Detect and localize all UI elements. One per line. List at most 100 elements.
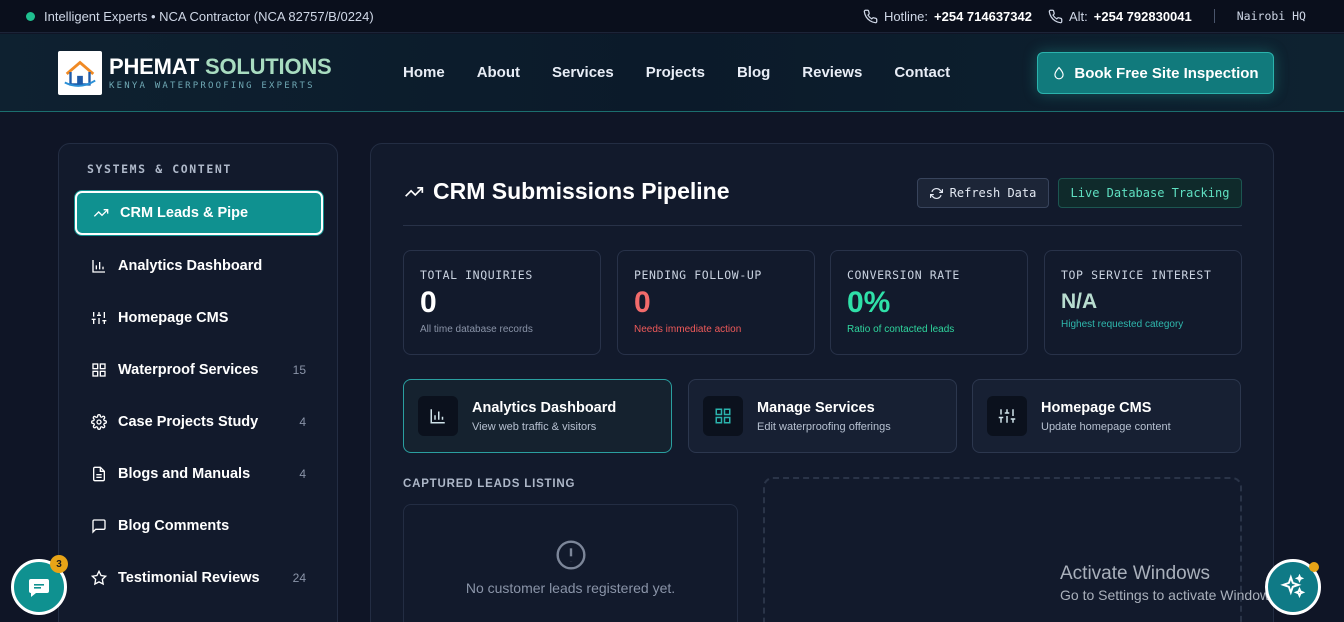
sliders-icon bbox=[987, 396, 1027, 436]
sidebar-item-waterproof-services[interactable]: Waterproof Services 15 bbox=[75, 348, 323, 392]
activate-title: Activate Windows bbox=[1060, 563, 1210, 584]
stat-caption: Needs immediate action bbox=[634, 324, 742, 335]
house-logo-icon bbox=[64, 60, 96, 87]
chat-icon bbox=[29, 579, 49, 597]
sidebar-item-label: Testimonial Reviews bbox=[118, 570, 260, 586]
stat-label: PENDING FOLLOW-UP bbox=[634, 268, 762, 282]
book-inspection-label: Book Free Site Inspection bbox=[1074, 64, 1259, 82]
contact-info: Hotline: +254 714637342 Alt: +254 792830… bbox=[863, 9, 1318, 24]
sidebar-item-label: Blog Comments bbox=[118, 518, 230, 534]
nav-about[interactable]: About bbox=[477, 64, 520, 81]
sidebar-item-blog-comments[interactable]: Blog Comments bbox=[75, 504, 323, 548]
trending-up-icon bbox=[93, 205, 109, 221]
leads-list: No customer leads registered yet. bbox=[403, 504, 738, 622]
empty-state-message: No customer leads registered yet. bbox=[465, 580, 676, 596]
stat-conversion-rate: CONVERSION RATE 0% Ratio of contacted le… bbox=[830, 250, 1028, 355]
page-title-text: CRM Submissions Pipeline bbox=[433, 178, 730, 204]
company-logo[interactable] bbox=[58, 51, 102, 95]
hotline-number[interactable]: +254 714637342 bbox=[934, 9, 1032, 24]
stat-value: 0 bbox=[420, 286, 437, 319]
sidebar-item-case-projects[interactable]: Case Projects Study 4 bbox=[75, 400, 323, 444]
windows-activation-watermark: Activate Windows Go to Settings to activ… bbox=[1060, 563, 1281, 603]
nav-blog[interactable]: Blog bbox=[737, 64, 770, 81]
bar-chart-icon bbox=[418, 396, 458, 436]
water-drop-icon bbox=[1054, 66, 1065, 80]
sidebar-item-homepage-cms[interactable]: Homepage CMS bbox=[75, 296, 323, 340]
brand-name[interactable]: PHEMAT SOLUTIONS bbox=[109, 54, 332, 80]
sidebar-item-label: Blogs and Manuals bbox=[118, 466, 251, 482]
sidebar-section-title: SYSTEMS & CONTENT bbox=[87, 162, 232, 176]
sidebar-item-analytics[interactable]: Analytics Dashboard bbox=[75, 244, 323, 288]
stat-caption: Highest requested category bbox=[1061, 319, 1184, 330]
alert-circle-icon bbox=[556, 540, 586, 570]
stat-value: 0 bbox=[634, 286, 651, 319]
grid-icon bbox=[703, 396, 743, 436]
quick-link-manage-services[interactable]: Manage Services Edit waterproofing offer… bbox=[688, 379, 957, 453]
count-badge: 24 bbox=[292, 571, 306, 585]
brand: PHEMAT SOLUTIONS KENYA WATERPROOFING EXP… bbox=[109, 54, 332, 91]
nav-contact[interactable]: Contact bbox=[894, 64, 950, 81]
gear-icon bbox=[91, 414, 107, 430]
top-info-bar: Intelligent Experts • NCA Contractor (NC… bbox=[0, 0, 1344, 33]
sidebar-item-label: Waterproof Services bbox=[118, 362, 259, 378]
sidebar-item-label: Homepage CMS bbox=[118, 310, 229, 326]
refresh-icon bbox=[929, 187, 943, 199]
quick-link-desc: View web traffic & visitors bbox=[472, 420, 597, 433]
quick-link-title: Homepage CMS bbox=[1041, 399, 1152, 416]
stat-caption: All time database records bbox=[420, 324, 533, 335]
hotline-label: Hotline: bbox=[883, 8, 929, 24]
quick-link-desc: Update homepage content bbox=[1041, 420, 1171, 433]
quick-link-title: Analytics Dashboard bbox=[472, 399, 617, 416]
nav-menu: Home About Services Projects Blog Review… bbox=[403, 64, 982, 81]
company-tagline: Intelligent Experts • NCA Contractor (NC… bbox=[44, 8, 374, 24]
quick-link-title: Manage Services bbox=[757, 399, 875, 416]
live-tracking-badge: Live Database Tracking bbox=[1058, 178, 1242, 208]
divider bbox=[1213, 9, 1215, 23]
sidebar-item-blogs[interactable]: Blogs and Manuals 4 bbox=[75, 452, 323, 496]
nav-services[interactable]: Services bbox=[552, 64, 614, 81]
header-divider bbox=[403, 225, 1242, 226]
brand-name-part1: PHEMAT bbox=[109, 54, 200, 79]
sidebar-item-label: Analytics Dashboard bbox=[118, 258, 263, 274]
nav-projects[interactable]: Projects bbox=[646, 64, 705, 81]
sidebar-item-label: CRM Leads & Pipe bbox=[120, 205, 249, 221]
location-label: Nairobi HQ bbox=[1236, 9, 1306, 23]
stat-value: N/A bbox=[1061, 290, 1098, 313]
stat-top-service: TOP SERVICE INTEREST N/A Highest request… bbox=[1044, 250, 1242, 355]
count-badge: 15 bbox=[292, 363, 306, 377]
brand-name-part2: SOLUTIONS bbox=[204, 54, 332, 79]
notification-badge: 3 bbox=[50, 555, 68, 573]
star-icon bbox=[91, 570, 107, 586]
stat-label: TOP SERVICE INTEREST bbox=[1061, 268, 1212, 282]
document-icon bbox=[91, 466, 107, 482]
grid-icon bbox=[91, 362, 107, 378]
sparkles-icon bbox=[1280, 574, 1306, 599]
book-inspection-button[interactable]: Book Free Site Inspection bbox=[1037, 52, 1274, 94]
stat-caption: Ratio of contacted leads bbox=[847, 324, 955, 335]
sidebar-item-testimonials[interactable]: Testimonial Reviews 24 bbox=[75, 556, 323, 600]
activate-subtitle: Go to Settings to activate Windows. bbox=[1060, 587, 1281, 603]
page-title: CRM Submissions Pipeline bbox=[404, 178, 730, 205]
leads-section-title: CAPTURED LEADS LISTING bbox=[403, 478, 576, 490]
sidebar-item-crm-leads[interactable]: CRM Leads & Pipe bbox=[75, 191, 323, 235]
quick-link-homepage-cms[interactable]: Homepage CMS Update homepage content bbox=[972, 379, 1241, 453]
brand-tagline: KENYA WATERPROOFING EXPERTS bbox=[109, 81, 315, 91]
status-dot-icon bbox=[26, 11, 35, 21]
quick-link-analytics[interactable]: Analytics Dashboard View web traffic & v… bbox=[403, 379, 672, 453]
alt-label: Alt: bbox=[1068, 8, 1088, 24]
nav-home[interactable]: Home bbox=[403, 64, 445, 81]
quick-link-desc: Edit waterproofing offerings bbox=[757, 420, 891, 433]
count-badge: 4 bbox=[299, 415, 306, 429]
refresh-label: Refresh Data bbox=[949, 186, 1037, 200]
stat-label: TOTAL INQUIRIES bbox=[420, 268, 533, 282]
stat-label: CONVERSION RATE bbox=[847, 268, 960, 282]
stat-value: 0% bbox=[847, 286, 891, 319]
refresh-data-button[interactable]: Refresh Data bbox=[917, 178, 1049, 208]
status-dot-icon bbox=[1309, 562, 1319, 572]
admin-sidebar: SYSTEMS & CONTENT CRM Leads & Pipe Analy… bbox=[58, 143, 338, 622]
nav-reviews[interactable]: Reviews bbox=[802, 64, 862, 81]
stat-pending-follow-up: PENDING FOLLOW-UP 0 Needs immediate acti… bbox=[617, 250, 815, 355]
alt-number[interactable]: +254 792830041 bbox=[1094, 9, 1192, 24]
crm-panel: CRM Submissions Pipeline Refresh Data Li… bbox=[370, 143, 1274, 622]
stat-total-inquiries: TOTAL INQUIRIES 0 All time database reco… bbox=[403, 250, 601, 355]
